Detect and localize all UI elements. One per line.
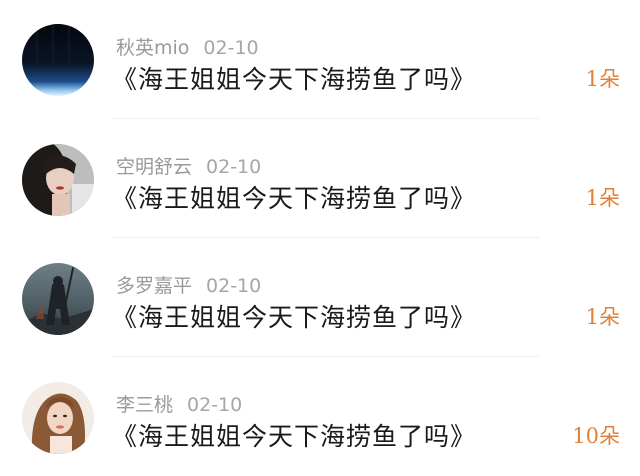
list-item[interactable]: 秋英mio 02-10 《海王姐姐今天下海捞鱼了吗》 1朵 <box>0 0 640 119</box>
username[interactable]: 多罗嘉平 <box>116 275 192 297</box>
username[interactable]: 李三桃 <box>116 394 173 416</box>
gift-count: 1朵 <box>585 305 620 329</box>
book-title[interactable]: 《海王姐姐今天下海捞鱼了吗》 <box>112 298 476 334</box>
date: 02-10 <box>206 156 262 178</box>
item-meta: 多罗嘉平 02-10 <box>116 271 261 298</box>
item-meta: 秋英mio 02-10 <box>116 33 259 60</box>
gift-count: 1朵 <box>585 67 620 91</box>
book-title[interactable]: 《海王姐姐今天下海捞鱼了吗》 <box>112 60 476 96</box>
list-item[interactable]: 李三桃 02-10 《海王姐姐今天下海捞鱼了吗》 10朵 <box>0 357 640 476</box>
book-title[interactable]: 《海王姐姐今天下海捞鱼了吗》 <box>112 179 476 215</box>
night-sky-avatar[interactable] <box>22 24 94 96</box>
date: 02-10 <box>206 275 262 297</box>
item-meta: 空明舒云 02-10 <box>116 152 261 179</box>
username[interactable]: 空明舒云 <box>116 156 192 178</box>
gift-count: 10朵 <box>572 424 620 448</box>
girl-portrait-avatar[interactable] <box>22 382 94 454</box>
list-item[interactable]: 多罗嘉平 02-10 《海王姐姐今天下海捞鱼了吗》 1朵 <box>0 238 640 357</box>
warrior-silhouette-avatar[interactable] <box>22 263 94 335</box>
date: 02-10 <box>187 394 243 416</box>
list-item[interactable]: 空明舒云 02-10 《海王姐姐今天下海捞鱼了吗》 1朵 <box>0 119 640 238</box>
username[interactable]: 秋英mio <box>116 37 189 59</box>
gift-count: 1朵 <box>585 186 620 210</box>
gift-list: 秋英mio 02-10 《海王姐姐今天下海捞鱼了吗》 1朵 空明舒云 02-10 《… <box>0 0 640 476</box>
woman-portrait-avatar[interactable] <box>22 144 94 216</box>
book-title[interactable]: 《海王姐姐今天下海捞鱼了吗》 <box>112 417 476 453</box>
item-meta: 李三桃 02-10 <box>116 390 242 417</box>
date: 02-10 <box>203 37 259 59</box>
